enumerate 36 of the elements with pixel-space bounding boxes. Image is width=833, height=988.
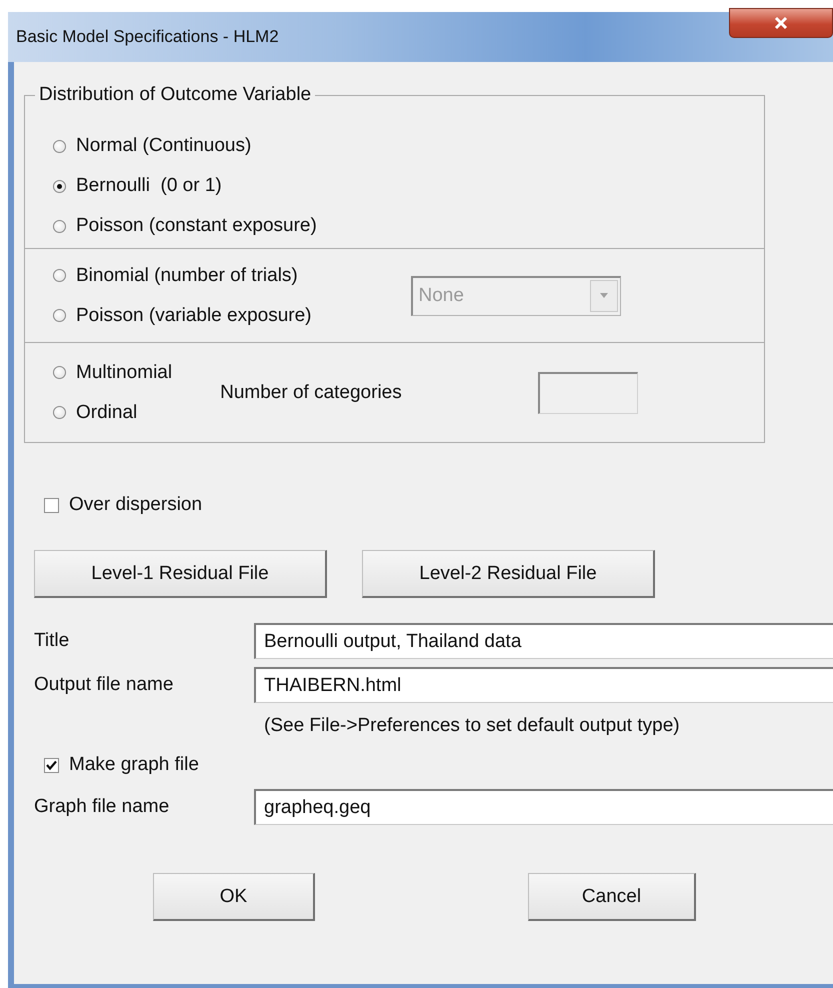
checkbox[interactable] (44, 498, 59, 512)
radio-label[interactable]: Poisson (constant exposure) (76, 215, 317, 237)
radio-label[interactable]: Bernoulli (0 or 1) (76, 175, 222, 197)
residual-file-button[interactable]: Level-2 Residual File (362, 550, 655, 598)
field-label: Title (34, 630, 70, 652)
radio-button[interactable] (53, 220, 66, 232)
radio-button[interactable] (53, 269, 66, 282)
radio-label[interactable]: Multinomial (76, 362, 172, 384)
checkbox[interactable] (44, 758, 59, 772)
count-field[interactable] (538, 372, 638, 414)
radio-label[interactable]: Ordinal (76, 402, 138, 424)
close-button[interactable] (729, 8, 833, 38)
radio-label[interactable]: Poisson (variable exposure) (76, 304, 312, 326)
ok-button[interactable]: OK (153, 873, 315, 921)
dropdown-arrow-icon (598, 293, 609, 299)
count-label: Number of categories (220, 382, 402, 404)
radio-button[interactable] (53, 406, 66, 419)
cancel-button[interactable]: Cancel (528, 873, 696, 921)
radio-label[interactable]: Binomial (number of trials) (76, 264, 298, 286)
text-field[interactable]: grapheq.geq (254, 789, 833, 825)
text-field[interactable]: Bernoulli output, Thailand data (254, 623, 833, 659)
hint-text: (See File->Preferences to set default output type) (264, 715, 681, 738)
window-title: Basic Model Specifications - HLM2 (15, 27, 279, 47)
close-icon (773, 16, 789, 30)
checkbox-label[interactable]: Make graph file (69, 754, 199, 776)
field-label: Output file name (34, 674, 174, 696)
checkbox-label[interactable]: Over dispersion (69, 494, 202, 516)
radio-button[interactable] (53, 366, 66, 379)
residual-file-button[interactable]: Level-1 Residual File (34, 550, 327, 598)
radio-button[interactable] (53, 140, 66, 152)
radio-button[interactable] (53, 180, 66, 192)
dropdown-value: None (418, 285, 464, 307)
radio-button[interactable] (53, 309, 66, 322)
field-label: Graph file name (34, 796, 170, 818)
radio-label[interactable]: Normal (Continuous) (76, 135, 252, 157)
text-field[interactable]: THAIBERN.html (254, 667, 833, 703)
